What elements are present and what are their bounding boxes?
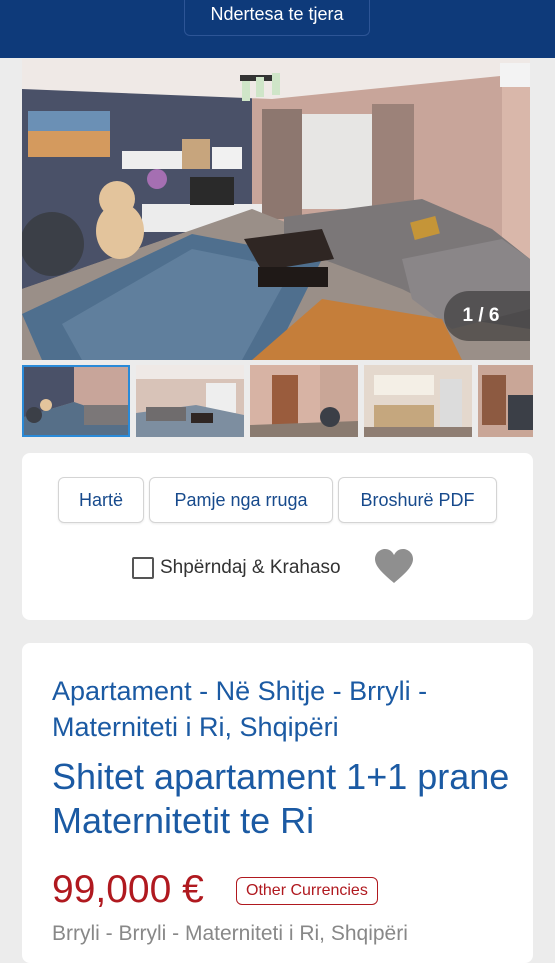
- thumbnail-2[interactable]: [136, 365, 244, 437]
- listing-price: 99,000 €: [52, 868, 204, 911]
- thumbnail-image: [478, 365, 533, 437]
- main-listing-photo[interactable]: 1 / 6: [22, 59, 530, 360]
- compare-label: Shpërndaj & Krahaso: [160, 557, 341, 578]
- listing-category: Apartament - Në Shitje - Brryli - Matern…: [52, 676, 428, 742]
- pdf-brochure-button[interactable]: Broshurë PDF: [338, 477, 497, 523]
- thumbnail-image: [136, 365, 244, 437]
- street-view-button[interactable]: Pamje nga rruga: [149, 477, 333, 523]
- thumbnail-3[interactable]: [250, 365, 358, 437]
- actions-card: Hartë Pamje nga rruga Broshurë PDF Shpër…: [22, 453, 533, 620]
- thumbnail-image: [250, 365, 358, 437]
- thumbnail-4[interactable]: [364, 365, 472, 437]
- thumbnail-image: [364, 365, 472, 437]
- compare-checkbox[interactable]: [132, 557, 154, 579]
- thumbnail-5[interactable]: [478, 365, 533, 437]
- top-navigation-bar: Ndertesa te tjera: [0, 0, 555, 58]
- photo-counter: 1 / 6: [444, 291, 530, 341]
- listing-location: Brryli - Brryli - Materniteti i Ri, Shqi…: [52, 922, 408, 945]
- listing-title: Shitet apartament 1+1 prane Maternitetit…: [52, 756, 510, 841]
- other-currencies-button[interactable]: Other Currencies: [236, 877, 378, 905]
- thumbnail-1[interactable]: [22, 365, 130, 437]
- map-button[interactable]: Hartë: [58, 477, 144, 523]
- listing-details-card: Apartament - Në Shitje - Brryli - Matern…: [22, 643, 533, 963]
- thumbnail-strip[interactable]: [22, 365, 533, 437]
- tab-other-buildings[interactable]: Ndertesa te tjera: [184, 0, 370, 36]
- thumbnail-image: [24, 367, 128, 435]
- heart-icon[interactable]: [374, 549, 414, 590]
